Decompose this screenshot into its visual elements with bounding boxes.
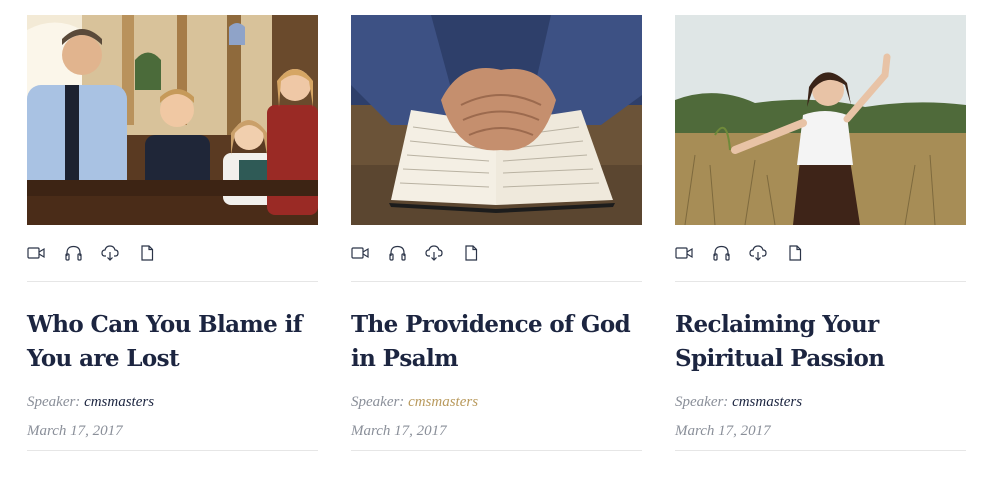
headphones-icon[interactable] — [64, 244, 82, 262]
video-icon[interactable] — [675, 244, 693, 262]
media-icons — [675, 225, 966, 282]
speaker-label: Speaker: — [675, 394, 729, 410]
sermon-date: March 17, 2017 — [675, 423, 771, 439]
sermon-card: The Providence of God in Psalm Speaker: … — [351, 15, 642, 440]
sermon-speaker: Speaker: cmsmasters — [351, 394, 642, 411]
sermon-speaker: Speaker: cmsmasters — [27, 394, 318, 411]
sermon-thumbnail-woman-in-field[interactable] — [675, 15, 966, 225]
video-icon[interactable] — [351, 244, 369, 262]
document-icon[interactable] — [462, 244, 480, 262]
video-icon[interactable] — [27, 244, 45, 262]
sermon-title[interactable]: Who Can You Blame if You are Lost — [27, 308, 318, 376]
divider — [351, 450, 642, 451]
headphones-icon[interactable] — [712, 244, 730, 262]
sermon-thumbnail-church-family[interactable] — [27, 15, 318, 225]
download-icon[interactable] — [749, 244, 767, 262]
sermon-thumbnail-praying-hands-bible[interactable] — [351, 15, 642, 225]
download-icon[interactable] — [101, 244, 119, 262]
document-icon[interactable] — [138, 244, 156, 262]
media-icons — [351, 225, 642, 282]
download-icon[interactable] — [425, 244, 443, 262]
sermon-title[interactable]: Reclaiming Your Spiritual Passion — [675, 308, 966, 376]
headphones-icon[interactable] — [388, 244, 406, 262]
sermon-date: March 17, 2017 — [351, 423, 447, 439]
sermon-date: March 17, 2017 — [27, 423, 123, 439]
sermon-card: Reclaiming Your Spiritual Passion Speake… — [675, 15, 966, 440]
speaker-label: Speaker: — [27, 394, 81, 410]
divider — [675, 450, 966, 451]
speaker-label: Speaker: — [351, 394, 405, 410]
document-icon[interactable] — [786, 244, 804, 262]
speaker-link[interactable]: cmsmasters — [732, 394, 802, 410]
sermon-title[interactable]: The Providence of God in Psalm — [351, 308, 642, 376]
speaker-link[interactable]: cmsmasters — [84, 394, 154, 410]
divider — [27, 450, 318, 451]
sermon-card: Who Can You Blame if You are Lost Speake… — [27, 15, 318, 440]
sermon-speaker: Speaker: cmsmasters — [675, 394, 966, 411]
speaker-link[interactable]: cmsmasters — [408, 394, 478, 410]
media-icons — [27, 225, 318, 282]
